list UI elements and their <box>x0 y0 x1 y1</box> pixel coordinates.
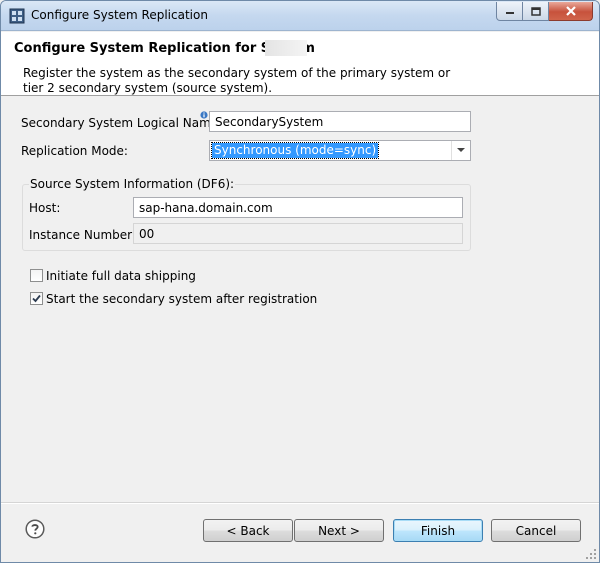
minimize-icon <box>505 12 514 14</box>
redacted-system-name <box>265 40 307 56</box>
host-label: Host: <box>29 201 61 215</box>
logical-name-label: Secondary System Logical Name: <box>21 116 223 130</box>
wizard-header: Configure System Replication for System … <box>1 32 599 96</box>
app-grid-icon <box>9 8 25 24</box>
full-data-shipping-checkbox[interactable] <box>30 269 43 282</box>
checkmark-icon <box>32 294 41 303</box>
maximize-button[interactable] <box>523 2 549 21</box>
window-controls <box>496 2 593 22</box>
source-system-group-title: Source System Information (DF6): <box>29 177 236 191</box>
replication-mode-value: Synchronous (mode=sync) <box>210 142 380 159</box>
back-button[interactable]: < Back <box>203 519 293 542</box>
minimize-button[interactable] <box>496 2 523 21</box>
window-title: Configure System Replication <box>31 8 208 22</box>
logical-name-input[interactable] <box>209 111 471 132</box>
resize-grip-icon[interactable] <box>586 549 597 560</box>
instance-number-field <box>133 223 463 244</box>
next-button[interactable]: Next > <box>294 519 384 542</box>
replication-mode-label: Replication Mode: <box>21 144 128 158</box>
help-icon[interactable] <box>25 519 45 539</box>
maximize-icon <box>530 6 541 16</box>
chevron-down-icon <box>457 148 465 152</box>
replication-mode-select[interactable]: Synchronous (mode=sync) <box>209 140 471 161</box>
finish-button[interactable]: Finish <box>393 519 483 542</box>
start-secondary-checkbox[interactable] <box>30 292 43 305</box>
start-secondary-label: Start the secondary system after registr… <box>46 292 318 306</box>
full-data-shipping-label: Initiate full data shipping <box>46 269 196 283</box>
footer-separator <box>1 502 599 504</box>
info-icon <box>200 111 208 119</box>
title-bar[interactable]: Configure System Replication <box>1 1 599 31</box>
instance-number-label: Instance Number: <box>29 228 136 242</box>
close-icon <box>565 6 576 16</box>
dropdown-arrow-button[interactable] <box>451 141 470 160</box>
dialog-window: Configure System Replication Configure S… <box>0 0 600 563</box>
page-description: Register the system as the secondary sys… <box>23 66 451 95</box>
host-input[interactable] <box>133 197 463 218</box>
close-button[interactable] <box>549 2 593 21</box>
cancel-button[interactable]: Cancel <box>491 519 581 542</box>
